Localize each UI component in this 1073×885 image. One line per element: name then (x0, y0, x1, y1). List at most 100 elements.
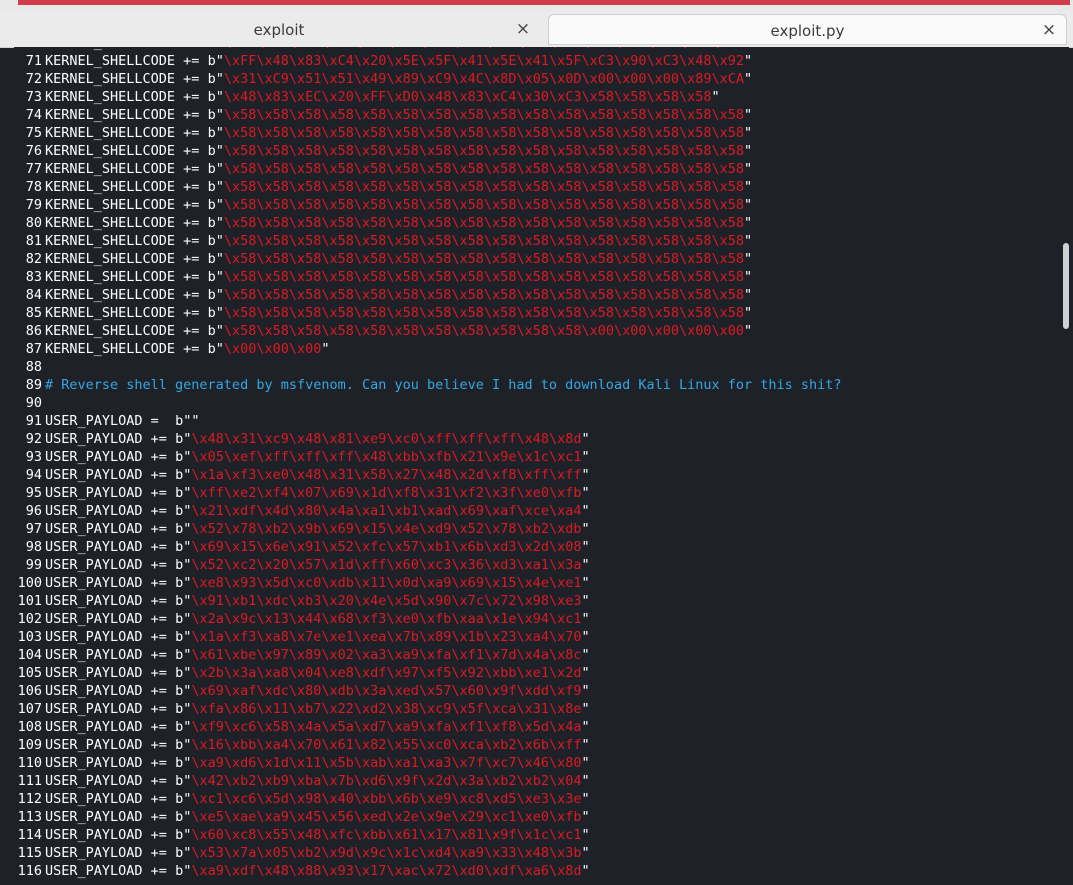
code-text: USER_PAYLOAD += b "\x1a\xf3\xa8\x7e\xe1\x… (45, 628, 590, 646)
string-literal: \x48\x83\xEC\x20\xFF\xD0\x48\x83\xC4\x30… (223, 89, 712, 105)
variable-name: KERNEL_SHELLCODE (45, 89, 176, 105)
code-line: 113 USER_PAYLOAD += b "\xe5\xae\xa9\x45\x5… (14, 808, 1069, 826)
line-number: 92 (25, 431, 42, 447)
string-quote: " (744, 71, 753, 87)
string-quote: " (581, 683, 590, 699)
variable-name: KERNEL_SHELLCODE (45, 269, 176, 285)
code-line: 90 (14, 394, 1069, 412)
string-literal: \x91\xb1\xdc\xb3\x20\x4e\x5d\x90\x7c\x72… (191, 593, 582, 609)
code-text: USER_PAYLOAD += b "\x21\xdf\x4d\x80\x4a\x… (45, 502, 590, 520)
variable-name: USER_PAYLOAD (45, 575, 143, 591)
code-line: 89 # Reverse shell generated by msfvenom.… (14, 376, 1069, 394)
variable-name: USER_PAYLOAD (45, 827, 143, 843)
string-quote: " (744, 107, 753, 123)
string-literal: \x69\x15\x6e\x91\x52\xfc\x57\xb1\x6b\xd3… (191, 539, 582, 555)
variable-name: USER_PAYLOAD (45, 539, 143, 555)
line-number: 115 (17, 845, 42, 861)
assignment-operator: += (142, 503, 176, 519)
line-number: 72 (25, 71, 42, 87)
bytes-prefix: b (175, 863, 184, 879)
string-quote: " (581, 539, 590, 555)
bytes-prefix: b (175, 827, 184, 843)
code-line: 84 KERNEL_SHELLCODE += b"\x58\x58\x58\x58… (14, 286, 1069, 304)
bytes-prefix: b (175, 773, 184, 789)
code-line: 83 KERNEL_SHELLCODE += b"\x58\x58\x58\x58… (14, 268, 1069, 286)
bytes-prefix: b (175, 701, 184, 717)
line-number: 93 (25, 449, 42, 465)
code-line: 114 USER_PAYLOAD += b "\x60\xc8\x55\x48\xf… (14, 826, 1069, 844)
assignment-operator: += (175, 197, 208, 213)
variable-name: USER_PAYLOAD (45, 791, 143, 807)
string-quote: " (321, 341, 330, 357)
code-editor[interactable]: 70KERNEL_SHELLCODE += b"\x48\x83\xEC\x28… (14, 47, 1069, 885)
bytes-prefix: b (175, 647, 184, 663)
code-line: 105 USER_PAYLOAD += b "\x2b\x3a\xa8\x04\xe… (14, 664, 1069, 682)
string-literal: \x31\xC9\x51\x51\x49\x89\xC9\x4C\x8D\x05… (223, 71, 745, 87)
code-line: 76 KERNEL_SHELLCODE += b"\x58\x58\x58\x58… (14, 142, 1069, 160)
code-line: 77 KERNEL_SHELLCODE += b"\x58\x58\x58\x58… (14, 160, 1069, 178)
assignment-operator: += (142, 773, 176, 789)
code-line: 98 USER_PAYLOAD += b "\x69\x15\x6e\x91\x52… (14, 538, 1069, 556)
assignment-operator: += (142, 845, 176, 861)
string-quote: " (215, 143, 224, 159)
line-number: 83 (25, 269, 42, 285)
string-literal: \x2b\x3a\xa8\x04\xe8\xdf\x97\xf5\x92\xbb… (191, 665, 582, 681)
assignment-operator: += (175, 89, 208, 105)
bytes-prefix: b (207, 305, 216, 321)
variable-name: USER_PAYLOAD (45, 845, 143, 861)
string-quote: " (744, 179, 753, 195)
tab-exploit[interactable]: exploit × (18, 14, 540, 45)
assignment-operator: += (175, 71, 208, 87)
code-text: USER_PAYLOAD += b "\xc1\xc6\x5d\x98\x40\x… (45, 790, 590, 808)
code-line: 99 USER_PAYLOAD += b "\x52\xc2\x20\x57\x1d… (14, 556, 1069, 574)
string-quote: " (581, 575, 590, 591)
code-line: 86 KERNEL_SHELLCODE += b"\x58\x58\x58\x58… (14, 322, 1069, 340)
string-quote: " (744, 161, 753, 177)
string-quote: " (215, 71, 224, 87)
code-line: 112 USER_PAYLOAD += b "\xc1\xc6\x5d\x98\x4… (14, 790, 1069, 808)
assignment-operator: += (175, 179, 208, 195)
string-literal: \xa9\xd6\x1d\x11\x5b\xab\xa1\xa3\x7f\xc7… (191, 755, 582, 771)
string-quote: " (215, 251, 224, 267)
string-quote: " (581, 773, 590, 789)
code-line: 81 KERNEL_SHELLCODE += b"\x58\x58\x58\x58… (14, 232, 1069, 250)
window-top-banner (0, 0, 1073, 11)
assignment-operator: += (142, 755, 176, 771)
bytes-prefix: b (175, 593, 184, 609)
string-literal: \x53\x7a\x05\xb2\x9d\x9c\x1c\xd4\xa9\x33… (191, 845, 582, 861)
line-number: 97 (25, 521, 42, 537)
string-quote: " (581, 827, 590, 843)
code-comment: # Reverse shell generated by msfvenom. C… (45, 377, 842, 393)
close-icon[interactable]: × (1040, 21, 1058, 39)
code-text: KERNEL_SHELLCODE += b"\x58\x58\x58\x58\x… (45, 322, 752, 340)
code-text: KERNEL_SHELLCODE += b"\x58\x58\x58\x58\x… (45, 142, 752, 160)
bytes-prefix: b (207, 71, 216, 87)
string-quote: " (581, 665, 590, 681)
bytes-prefix: b (175, 791, 184, 807)
bytes-prefix: b (207, 215, 216, 231)
string-literal: \x60\xc8\x55\x48\xfc\xbb\x61\x17\x81\x9f… (191, 827, 582, 843)
line-number: 95 (25, 485, 42, 501)
code-text: KERNEL_SHELLCODE += b"\x58\x58\x58\x58\x… (45, 286, 752, 304)
string-literal: \xfa\x86\x11\xb7\x22\xd2\x38\xc9\x5f\xca… (191, 701, 582, 717)
close-icon[interactable]: × (514, 20, 532, 38)
variable-name: KERNEL_SHELLCODE (45, 215, 176, 231)
line-number: 85 (25, 305, 42, 321)
assignment-operator: += (142, 791, 176, 807)
string-quote: " (215, 323, 224, 339)
line-number: 80 (25, 215, 42, 231)
bytes-prefix: b (208, 47, 216, 51)
code-text: USER_PAYLOAD += b "\xf9\xc6\x58\x4a\x5a\x… (45, 718, 590, 736)
string-quote: " (215, 107, 224, 123)
string-literal: \x69\xaf\xdc\x80\xdb\x3a\xed\x57\x60\x9f… (191, 683, 582, 699)
code-line: 88 (14, 358, 1069, 376)
bytes-prefix: b (207, 323, 216, 339)
bytes-prefix: b (175, 665, 184, 681)
scrollbar-thumb[interactable] (1063, 243, 1069, 329)
tab-exploit-py[interactable]: exploit.py × (548, 14, 1067, 45)
line-number: 108 (17, 719, 42, 735)
bytes-prefix: b (175, 431, 184, 447)
code-text: USER_PAYLOAD += b "\x52\xc2\x20\x57\x1d\x… (45, 556, 590, 574)
bytes-prefix: b (175, 755, 184, 771)
bytes-prefix: b (207, 107, 216, 123)
